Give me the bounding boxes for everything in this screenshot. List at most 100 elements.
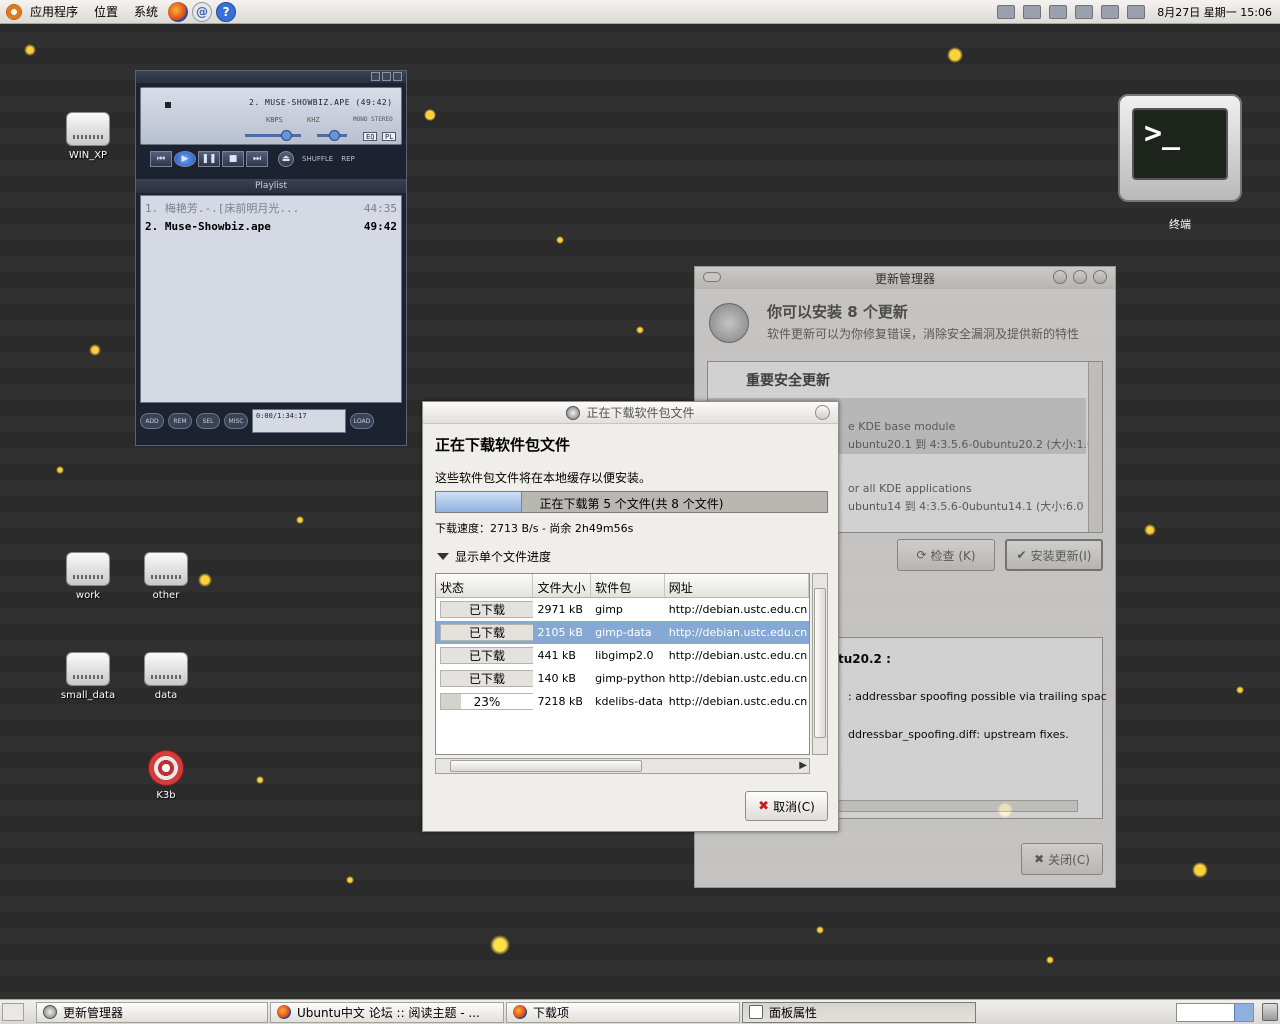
task-downloads[interactable]: 下载项 bbox=[506, 1001, 740, 1023]
update-globe-icon bbox=[709, 303, 749, 343]
row-url: http://debian.ustc.edu.cn bbox=[668, 603, 808, 616]
terminal-label: 终端 bbox=[1169, 218, 1191, 231]
scroll-right-icon[interactable]: ▶ bbox=[799, 760, 807, 771]
desktop-icon-win-xp[interactable]: WIN_XP bbox=[48, 112, 128, 161]
table-vscrollbar[interactable] bbox=[812, 573, 828, 755]
column-header-package[interactable]: 软件包 bbox=[591, 574, 665, 597]
player-controls: ⏮ ▶ ❚❚ ■ ⏭ ⏏ SHUFFLE REP bbox=[136, 145, 406, 173]
row-package: gimp-data bbox=[595, 626, 652, 639]
update-item-version: ubuntu20.1 到 4:3.5.6-0ubuntu20.2 (大小:1.0 bbox=[848, 438, 1094, 451]
playlist-toggle-button[interactable]: PL bbox=[382, 132, 397, 141]
volume-icon[interactable] bbox=[1127, 4, 1146, 19]
task-panel-properties[interactable]: 面板属性 bbox=[742, 1001, 976, 1023]
table-row[interactable]: 23% 7218 kB kdelibs-data http://debian.u… bbox=[436, 690, 809, 713]
desktop-icon-terminal[interactable]: >_ bbox=[1118, 94, 1242, 202]
drive2-tray-icon[interactable] bbox=[1023, 4, 1042, 19]
ubuntu-logo-icon[interactable] bbox=[6, 3, 22, 20]
menu-applications[interactable]: 应用程序 bbox=[22, 3, 86, 20]
menu-places[interactable]: 位置 bbox=[86, 3, 126, 20]
play-icon[interactable]: ▶ bbox=[174, 151, 196, 167]
column-header-size[interactable]: 文件大小 bbox=[533, 574, 592, 597]
table-row[interactable]: 已下载 140 kB gimp-python http://debian.ust… bbox=[436, 667, 809, 690]
menu-system[interactable]: 系统 bbox=[126, 3, 166, 20]
mono-stereo-label: MONO STEREO bbox=[353, 116, 393, 123]
playlist-toolbar: ADD REM SEL MISC 0:00/1:34:17 LOAD bbox=[136, 403, 406, 439]
playlist-add-button[interactable]: ADD bbox=[140, 413, 164, 429]
stop-status-icon bbox=[165, 102, 171, 108]
update-tray-icon[interactable] bbox=[1101, 4, 1120, 19]
playlist-item[interactable]: 2. Muse-Showbiz.ape 49:42 bbox=[145, 218, 397, 236]
cancel-button[interactable]: ✖ 取消(C) bbox=[745, 791, 828, 821]
stop-icon[interactable]: ■ bbox=[222, 151, 244, 167]
volume-knob[interactable] bbox=[281, 130, 292, 141]
vscroll-thumb[interactable] bbox=[814, 588, 826, 738]
download-speed: 下载速度：2713 B/s - 尚余 2h49m56s bbox=[435, 522, 634, 535]
window-menu-icon[interactable] bbox=[703, 272, 721, 282]
file-progress-expander[interactable]: 显示单个文件进度 bbox=[437, 548, 551, 565]
help-launcher-icon[interactable]: ? bbox=[216, 1, 237, 22]
eject-icon[interactable]: ⏏ bbox=[278, 151, 294, 167]
drive-icon bbox=[66, 552, 110, 586]
next-icon[interactable]: ⏭ bbox=[246, 151, 268, 167]
close-button[interactable]: ✖ 关闭(C) bbox=[1021, 843, 1103, 875]
show-desktop-icon[interactable] bbox=[2, 1003, 24, 1021]
playlist-misc-button[interactable]: MISC bbox=[224, 413, 248, 429]
network-tray-icon[interactable] bbox=[1075, 4, 1094, 19]
download-dialog: 正在下载软件包文件 正在下载软件包文件 这些软件包文件将在本地缓存以便安装。 正… bbox=[422, 401, 839, 832]
playlist-select-button[interactable]: SEL bbox=[196, 413, 220, 429]
close-icon[interactable] bbox=[393, 72, 402, 81]
cd-burner-icon bbox=[148, 750, 184, 786]
update-list-scrollbar[interactable] bbox=[1088, 362, 1102, 532]
update-manager-titlebar[interactable]: 更新管理器 bbox=[695, 267, 1115, 289]
desktop-icon-data[interactable]: data bbox=[126, 652, 206, 701]
kbps-label: KBPS bbox=[266, 116, 283, 124]
install-updates-button[interactable]: ✔ 安装更新(I) bbox=[1005, 539, 1103, 571]
row-package: gimp bbox=[595, 603, 623, 616]
column-header-url[interactable]: 网址 bbox=[665, 574, 809, 597]
clock[interactable]: 8月27日 星期一 15:06 bbox=[1157, 4, 1272, 20]
description-line: : addressbar spoofing possible via trail… bbox=[848, 690, 1107, 703]
drive-icon bbox=[66, 112, 110, 146]
desktop-icon-other[interactable]: other bbox=[126, 552, 206, 601]
description-hscrollbar[interactable] bbox=[838, 800, 1078, 812]
playlist-load-button[interactable]: LOAD bbox=[350, 413, 374, 429]
hscroll-thumb[interactable] bbox=[450, 760, 642, 772]
task-firefox-forum[interactable]: Ubuntu中文 论坛 :: 阅读主题 - ... bbox=[270, 1001, 504, 1023]
check-button[interactable]: ⟳ 检查 (K) bbox=[897, 539, 995, 571]
workspace-switcher[interactable] bbox=[1176, 1002, 1254, 1022]
playlist-item[interactable]: 1. 梅艳芳.-.[床前明月光... 44:35 bbox=[145, 200, 397, 218]
previous-icon[interactable]: ⏮ bbox=[150, 151, 172, 167]
eq-button[interactable]: EQ bbox=[363, 132, 378, 141]
repeat-toggle[interactable]: REP bbox=[341, 155, 355, 163]
drive-tray-icon[interactable] bbox=[997, 4, 1016, 19]
playlist-remove-button[interactable]: REM bbox=[168, 413, 192, 429]
mail-launcher-icon[interactable]: @ bbox=[192, 1, 213, 22]
minimize-icon[interactable] bbox=[371, 72, 380, 81]
maximize-icon[interactable] bbox=[1073, 270, 1087, 284]
table-row[interactable]: 已下载 2971 kB gimp http://debian.ustc.edu.… bbox=[436, 598, 809, 621]
applet-tray-icon[interactable] bbox=[1049, 4, 1068, 19]
desktop-icon-work[interactable]: work bbox=[48, 552, 128, 601]
task-update-manager[interactable]: 更新管理器 bbox=[36, 1001, 268, 1023]
desktop-icon-label: other bbox=[152, 590, 180, 601]
table-row[interactable]: 已下载 441 kB libgimp2.0 http://debian.ustc… bbox=[436, 644, 809, 667]
pause-icon[interactable]: ❚❚ bbox=[198, 151, 220, 167]
download-dialog-titlebar[interactable]: 正在下载软件包文件 bbox=[423, 402, 838, 424]
column-header-state[interactable]: 状态 bbox=[436, 574, 534, 597]
balance-knob[interactable] bbox=[329, 130, 340, 141]
trash-icon[interactable] bbox=[1262, 1003, 1278, 1021]
expander-arrow-icon bbox=[437, 553, 449, 560]
playlist-titlebar[interactable]: Playlist bbox=[136, 179, 406, 193]
desktop-icon-small-data[interactable]: small_data bbox=[48, 652, 128, 701]
desktop-icon-k3b[interactable]: K3b bbox=[126, 750, 206, 801]
firefox-launcher-icon[interactable] bbox=[168, 1, 189, 22]
shuffle-toggle[interactable]: SHUFFLE bbox=[302, 155, 333, 163]
table-row[interactable]: 已下载 2105 kB gimp-data http://debian.ustc… bbox=[436, 621, 809, 644]
close-icon[interactable] bbox=[815, 405, 830, 420]
table-hscrollbar[interactable]: ▶ bbox=[435, 758, 810, 774]
volume-slider[interactable] bbox=[245, 134, 301, 137]
minimize-icon[interactable] bbox=[1053, 270, 1067, 284]
player-titlebar[interactable] bbox=[136, 71, 406, 83]
close-icon[interactable] bbox=[1093, 270, 1107, 284]
shade-icon[interactable] bbox=[382, 72, 391, 81]
